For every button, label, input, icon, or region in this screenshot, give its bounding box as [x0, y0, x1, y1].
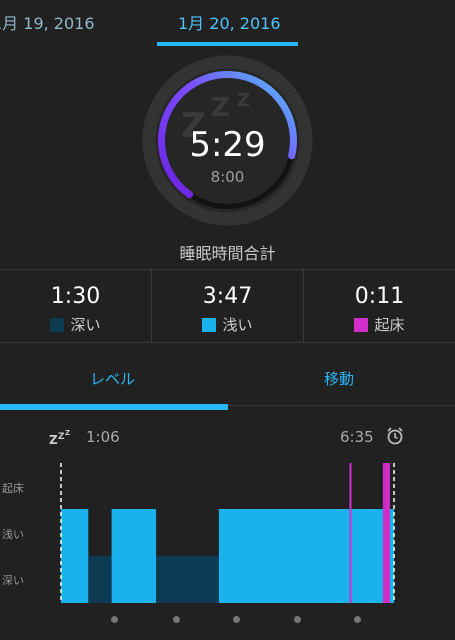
- page-dot[interactable]: [111, 616, 118, 623]
- light-sleep-bar: [218, 509, 394, 603]
- awake-mark: [387, 463, 390, 603]
- legend-swatch-awake: [354, 318, 369, 332]
- legend-swatch-deep: [50, 318, 65, 332]
- svg-text:Z: Z: [65, 429, 70, 437]
- light-sleep-bar: [111, 509, 157, 603]
- stat-light-legend: 浅い: [152, 314, 303, 335]
- tab-indicator: [0, 404, 228, 410]
- stat-light-label: 浅い: [222, 316, 253, 334]
- total-sleep-label: 睡眠時間合計: [179, 244, 276, 263]
- stat-awake-value: 0:11: [354, 284, 405, 309]
- legend-swatch-light: [202, 318, 217, 332]
- stat-light: 3:47 浅い: [152, 270, 303, 342]
- stat-deep: 1:30 深い: [0, 270, 151, 342]
- deep-sleep-bar: [88, 556, 112, 603]
- svg-text:Z: Z: [211, 93, 230, 123]
- sleep-level-chart: [60, 463, 395, 603]
- awake-mark: [382, 463, 385, 603]
- page-dot[interactable]: [294, 616, 301, 623]
- stat-awake: 0:11 起床: [304, 270, 455, 342]
- stat-deep-label: 深い: [70, 316, 101, 334]
- sleep-end-time: 6:35: [340, 428, 374, 446]
- light-sleep-bar: [61, 509, 89, 603]
- stat-awake-label: 起床: [374, 316, 405, 334]
- page-dot[interactable]: [173, 616, 180, 623]
- stat-deep-value: 1:30: [50, 284, 101, 309]
- sleep-stats-row: 1:30 深い 3:47 浅い 0:11 起床: [0, 269, 455, 343]
- svg-text:Z: Z: [58, 432, 65, 442]
- page-dot[interactable]: [354, 616, 361, 623]
- alarm-clock-icon: [387, 427, 403, 445]
- sleep-start-time: 1:06: [86, 428, 120, 446]
- svg-text:Z: Z: [49, 433, 58, 446]
- tab-level[interactable]: レベル: [90, 368, 135, 389]
- stat-deep-legend: 深い: [0, 314, 151, 335]
- stat-awake-legend: 起床: [304, 314, 455, 335]
- awake-mark: [349, 463, 352, 603]
- sleep-goal-time: 8:00: [210, 168, 245, 186]
- date-tab-current[interactable]: 1月 20, 2016: [178, 10, 281, 34]
- total-sleep-time: 5:29: [189, 125, 266, 165]
- stat-light-value: 3:47: [202, 284, 253, 309]
- zzz-icon: Z Z Z: [49, 429, 70, 446]
- tab-movement[interactable]: 移動: [324, 368, 354, 389]
- date-tab-indicator: [157, 42, 298, 46]
- svg-text:Z: Z: [237, 90, 250, 111]
- date-tab-previous[interactable]: 1月 19, 2016: [0, 10, 95, 34]
- page-dot[interactable]: [233, 616, 240, 623]
- deep-sleep-bar: [156, 556, 219, 603]
